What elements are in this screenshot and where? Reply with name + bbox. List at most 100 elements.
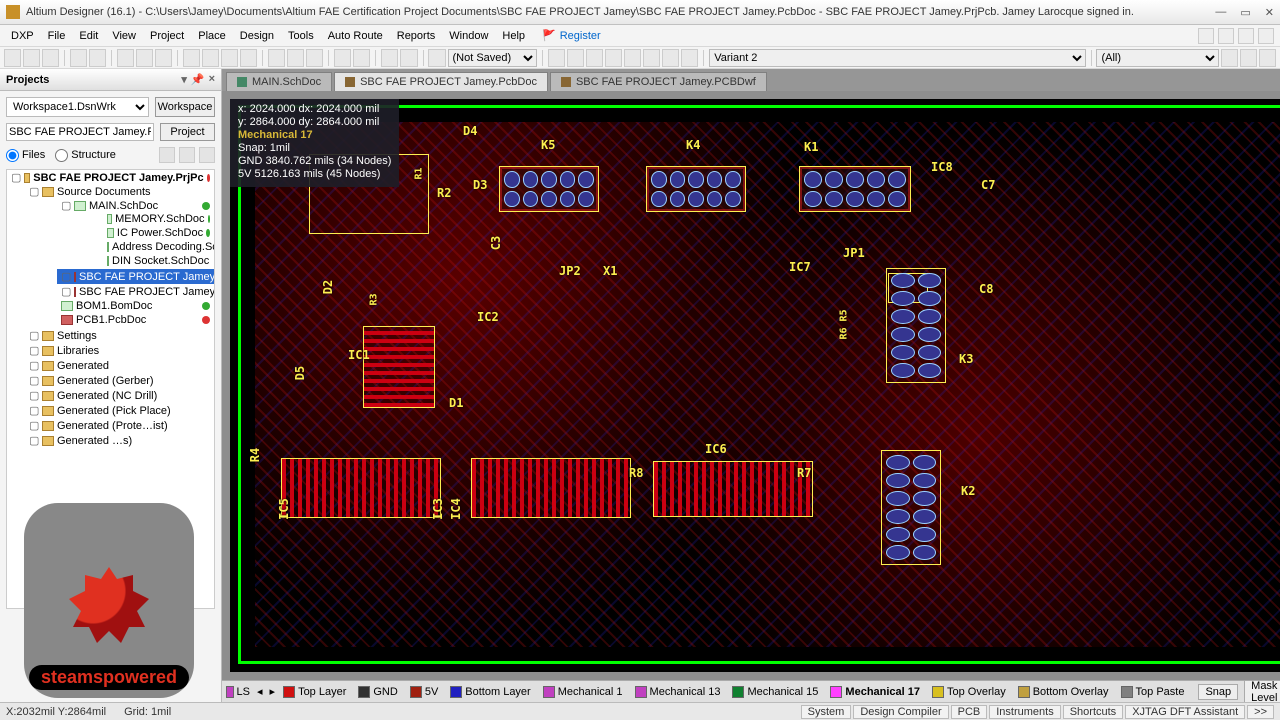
toolbar-button[interactable]	[1198, 28, 1214, 44]
menu-help[interactable]: Help	[495, 28, 532, 44]
pcb-canvas[interactable]: x: 2024.000 dx: 2024.000 mil y: 2864.000…	[230, 99, 1280, 672]
tool-pad[interactable]	[586, 49, 603, 67]
project-button[interactable]: Project	[160, 123, 215, 141]
snapshot-combo[interactable]: (Not Saved)	[448, 49, 537, 67]
layer-tab[interactable]: GND	[353, 685, 402, 699]
status-panel-button[interactable]: XJTAG DFT Assistant	[1125, 705, 1245, 719]
tool-string[interactable]	[662, 49, 679, 67]
tool-zoom-fit[interactable]	[136, 49, 153, 67]
tab-schematic[interactable]: MAIN.SchDoc	[226, 72, 332, 91]
panel-close-icon[interactable]: ×	[209, 73, 215, 86]
menu-file[interactable]: File	[41, 28, 73, 44]
menu-edit[interactable]: Edit	[72, 28, 105, 44]
filter-combo[interactable]: (All)	[1096, 49, 1218, 67]
menu-place[interactable]: Place	[191, 28, 233, 44]
mode-files[interactable]: Files	[6, 149, 45, 162]
layer-set-label[interactable]: LS	[237, 686, 250, 698]
refresh-icon[interactable]	[159, 147, 175, 163]
menu-reports[interactable]: Reports	[390, 28, 443, 44]
tool-fill[interactable]	[605, 49, 622, 67]
close-button[interactable]: ✕	[1265, 6, 1274, 19]
toolbar-button[interactable]	[1238, 28, 1254, 44]
tool-paste[interactable]	[221, 49, 238, 67]
tool-filter-clear[interactable]	[1240, 49, 1257, 67]
register-link[interactable]: 🚩 Register	[542, 29, 601, 42]
tool-rubber[interactable]	[240, 49, 257, 67]
project-field[interactable]	[6, 123, 154, 141]
maximize-button[interactable]: ▭	[1240, 6, 1250, 19]
tool-line[interactable]	[643, 49, 660, 67]
tool-open[interactable]	[23, 49, 40, 67]
menu-project[interactable]: Project	[143, 28, 191, 44]
tool-select[interactable]	[268, 49, 285, 67]
sort-icon[interactable]	[179, 147, 195, 163]
watermark-logo: steamspowered	[24, 503, 194, 698]
toolbar-button[interactable]	[1258, 28, 1274, 44]
toolbar: (Not Saved) Variant 2 (All)	[0, 47, 1280, 69]
status-panel-button[interactable]: PCB	[951, 705, 988, 719]
menu-window[interactable]: Window	[442, 28, 495, 44]
app-icon	[6, 5, 20, 19]
layer-tab[interactable]: Mechanical 1	[538, 685, 628, 699]
toolbar-button[interactable]	[1218, 28, 1234, 44]
layer-tab[interactable]: Top Paste	[1116, 685, 1190, 699]
layer-tab[interactable]: Mechanical 15	[727, 685, 823, 699]
layer-tabs: LS ◂▸ Top LayerGND5VBottom LayerMechanic…	[222, 680, 1280, 702]
tool-new[interactable]	[4, 49, 21, 67]
snap-button[interactable]: Snap	[1198, 684, 1238, 700]
tool-polygon[interactable]	[624, 49, 641, 67]
tool-copy[interactable]	[202, 49, 219, 67]
tool-route[interactable]	[548, 49, 565, 67]
tool-deselect[interactable]	[306, 49, 323, 67]
minimize-button[interactable]: —	[1215, 6, 1226, 19]
tab-pcbdoc[interactable]: SBC FAE PROJECT Jamey.PcbDoc	[334, 72, 548, 91]
tool-dimension[interactable]	[681, 49, 698, 67]
tool-print[interactable]	[70, 49, 87, 67]
status-panel-button[interactable]: Design Compiler	[853, 705, 948, 719]
panel-menu-icon[interactable]: ▾	[181, 73, 187, 86]
layer-tab[interactable]: Bottom Overlay	[1013, 685, 1114, 699]
tool-zoom-area[interactable]	[117, 49, 134, 67]
menu-design[interactable]: Design	[233, 28, 281, 44]
tool-help[interactable]	[1259, 49, 1276, 67]
tool-move[interactable]	[287, 49, 304, 67]
tool-via[interactable]	[567, 49, 584, 67]
status-panel-button[interactable]: Shortcuts	[1063, 705, 1123, 719]
mask-level-button[interactable]: Mask Level	[1244, 680, 1280, 702]
workspace-button[interactable]: Workspace	[155, 97, 215, 117]
status-grid: Grid: 1mil	[124, 706, 171, 718]
tool-undo[interactable]	[381, 49, 398, 67]
layer-tab[interactable]: Top Overlay	[927, 685, 1011, 699]
panel-pin-icon[interactable]: 📌	[191, 73, 205, 86]
tool-filter-apply[interactable]	[1221, 49, 1238, 67]
status-panel-button[interactable]: >>	[1247, 705, 1274, 719]
menu-view[interactable]: View	[105, 28, 143, 44]
status-panel-button[interactable]: System	[801, 705, 852, 719]
layer-tab[interactable]: Mechanical 13	[630, 685, 726, 699]
layer-tab[interactable]: Bottom Layer	[445, 685, 535, 699]
tool-cut[interactable]	[183, 49, 200, 67]
tool-cross[interactable]	[334, 49, 351, 67]
tool-grid[interactable]	[428, 49, 445, 67]
document-tabs: MAIN.SchDoc SBC FAE PROJECT Jamey.PcbDoc…	[222, 69, 1280, 91]
menu-dxp[interactable]: DXP	[4, 28, 41, 44]
window-title: Altium Designer (16.1) - C:\Users\Jamey\…	[26, 6, 1215, 18]
tool-origin[interactable]	[353, 49, 370, 67]
layer-tab[interactable]: Top Layer	[278, 685, 351, 699]
workspace-select[interactable]: Workspace1.DsnWrk	[6, 97, 149, 117]
menu-tools[interactable]: Tools	[281, 28, 321, 44]
variant-combo[interactable]: Variant 2	[709, 49, 1085, 67]
layer-color-swatch[interactable]	[226, 686, 234, 698]
mode-structure[interactable]: Structure	[55, 149, 116, 162]
layer-tab[interactable]: Mechanical 17	[825, 685, 925, 699]
layer-tab[interactable]: 5V	[405, 685, 443, 699]
tool-preview[interactable]	[89, 49, 106, 67]
menu-auto-route[interactable]: Auto Route	[321, 28, 390, 44]
tool-zoom-sel[interactable]	[155, 49, 172, 67]
tool-redo[interactable]	[400, 49, 417, 67]
tab-pcbdwf[interactable]: SBC FAE PROJECT Jamey.PCBDwf	[550, 72, 767, 91]
menu-bar: DXP File Edit View Project Place Design …	[0, 25, 1280, 47]
options-icon[interactable]	[199, 147, 215, 163]
status-panel-button[interactable]: Instruments	[989, 705, 1060, 719]
tool-save[interactable]	[42, 49, 59, 67]
